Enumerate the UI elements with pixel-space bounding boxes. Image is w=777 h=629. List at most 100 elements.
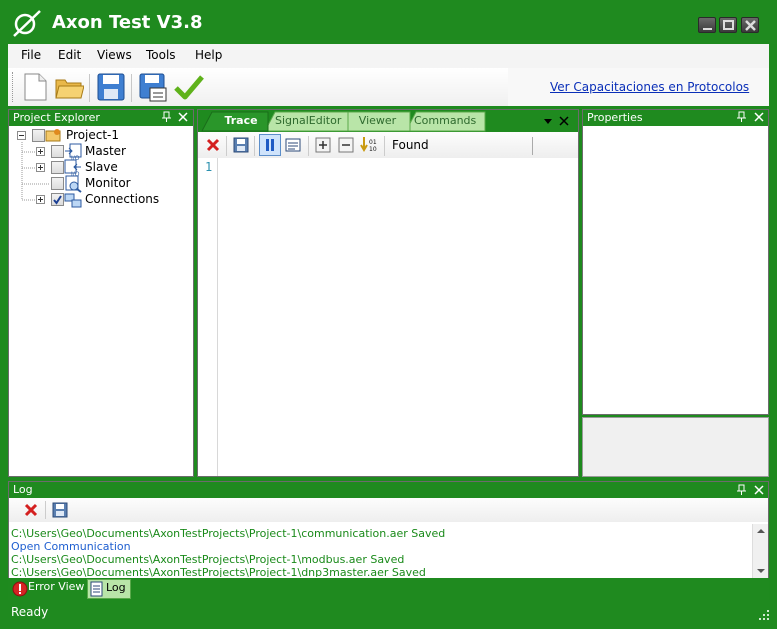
toolbar-separator: [308, 136, 309, 156]
trace-editor[interactable]: [198, 158, 578, 476]
menu-views[interactable]: Views: [97, 48, 132, 62]
log-line: C:\Users\Geo\Documents\AxonTestProjects\…: [11, 527, 446, 540]
app-logo-icon: [10, 8, 44, 38]
tab-commands[interactable]: Commands: [414, 112, 476, 131]
tab-signal-editor[interactable]: SignalEditor: [275, 112, 341, 131]
toolbar-separator: [226, 136, 227, 156]
connections-icon: [64, 193, 82, 208]
save-as-icon: [139, 73, 167, 102]
check-icon: [174, 75, 204, 100]
master-checkbox[interactable]: [51, 145, 64, 158]
log-line: Open Communication: [11, 540, 131, 553]
expand-toggle[interactable]: [36, 195, 45, 204]
slave-checkbox[interactable]: [51, 161, 64, 174]
menu-help[interactable]: Help: [195, 48, 222, 62]
tab-error-view[interactable]: Error View: [9, 579, 85, 599]
properties-panel: Properties: [582, 109, 769, 415]
clear-icon[interactable]: [205, 137, 221, 153]
wrap-view-icon[interactable]: [285, 137, 301, 153]
minimize-button[interactable]: [698, 17, 716, 33]
window-title: Axon Test V3.8: [52, 12, 203, 33]
close-panel-icon[interactable]: [753, 484, 765, 496]
open-folder-button[interactable]: [54, 72, 85, 102]
capacitaciones-link[interactable]: Ver Capacitaciones en Protocolos: [550, 80, 749, 94]
new-file-button[interactable]: [20, 72, 50, 102]
tab-trace[interactable]: Trace: [219, 112, 263, 131]
pin-icon[interactable]: [161, 111, 173, 123]
menu-tools[interactable]: Tools: [146, 48, 176, 62]
open-folder-icon: [55, 79, 85, 99]
close-document-icon[interactable]: [558, 115, 570, 127]
expand-toggle[interactable]: [36, 147, 45, 156]
tree-item-connections[interactable]: Connections: [85, 192, 159, 208]
tree-item-slave[interactable]: Slave: [85, 160, 118, 176]
close-panel-icon[interactable]: [177, 111, 189, 123]
save-button[interactable]: [96, 72, 126, 102]
maximize-button[interactable]: [719, 17, 737, 33]
scroll-arrows-icon: [757, 529, 765, 573]
checkmark-icon: [53, 195, 62, 205]
tab-label: Error View: [28, 580, 85, 593]
tree-item-project[interactable]: Project-1: [66, 128, 119, 144]
project-checkbox[interactable]: [32, 129, 45, 142]
new-file-icon: [24, 73, 47, 101]
zoom-in-icon[interactable]: [315, 137, 331, 153]
pin-icon[interactable]: [736, 484, 748, 496]
expand-toggle[interactable]: [36, 163, 45, 172]
toolbar-separator: [131, 74, 132, 102]
svg-text:10: 10: [369, 146, 377, 153]
menu-bar: File Edit Views Tools Help: [8, 44, 769, 68]
validate-button[interactable]: [174, 72, 204, 102]
log-header: Log: [9, 482, 768, 498]
minimize-icon: [703, 28, 712, 30]
panel-title: Properties: [587, 111, 643, 124]
toolbar-separator: [384, 136, 385, 156]
save-log-icon[interactable]: [52, 502, 68, 518]
log-toolbar: [9, 498, 768, 522]
tree-item-master[interactable]: Master: [85, 144, 126, 160]
log-document-icon: [90, 581, 103, 597]
tab-viewer[interactable]: Viewer: [355, 112, 400, 131]
search-field-edge: [532, 137, 533, 155]
save-as-button[interactable]: [138, 72, 168, 102]
close-panel-icon[interactable]: [753, 111, 765, 123]
binary-format-icon[interactable]: 0110: [360, 136, 380, 154]
log-line: C:\Users\Geo\Documents\AxonTestProjects\…: [11, 553, 405, 566]
properties-description-area: [582, 417, 769, 477]
save-icon: [97, 73, 125, 101]
log-line: C:\Users\Geo\Documents\AxonTestProjects\…: [11, 566, 426, 577]
save-trace-icon[interactable]: [233, 137, 249, 153]
collapse-toggle[interactable]: [17, 131, 26, 140]
panel-title: Log: [13, 483, 33, 496]
clear-log-icon[interactable]: [23, 502, 39, 518]
tab-log[interactable]: Log: [87, 579, 131, 599]
status-bar: [0, 600, 777, 629]
error-icon: [12, 581, 28, 597]
resize-grip-icon[interactable]: [757, 608, 771, 622]
pin-icon[interactable]: [736, 111, 748, 123]
tree-item-monitor[interactable]: Monitor: [85, 176, 131, 192]
tab-dropdown-icon[interactable]: [543, 116, 553, 126]
pause-icon: [266, 139, 274, 151]
monitor-checkbox[interactable]: [51, 177, 64, 190]
pause-button[interactable]: [259, 134, 281, 156]
found-label: Found: [392, 138, 429, 152]
close-window-button[interactable]: [741, 17, 759, 33]
zoom-out-icon[interactable]: [338, 137, 354, 153]
connections-checkbox[interactable]: [51, 193, 64, 206]
tab-label: Log: [106, 581, 126, 594]
trace-toolbar: [198, 132, 578, 158]
toolbar-grip[interactable]: [12, 72, 15, 102]
svg-text:01: 01: [369, 139, 377, 146]
panel-title: Project Explorer: [13, 111, 100, 124]
project-folder-icon: [45, 129, 61, 142]
menu-file[interactable]: File: [21, 48, 41, 62]
log-scrollbar[interactable]: [752, 524, 768, 578]
line-number: 1: [205, 160, 213, 174]
close-icon: [745, 20, 756, 31]
toolbar-separator: [254, 136, 255, 156]
menu-edit[interactable]: Edit: [58, 48, 81, 62]
toolbar-separator: [89, 74, 90, 102]
status-text: Ready: [11, 605, 49, 619]
maximize-icon: [723, 20, 734, 30]
